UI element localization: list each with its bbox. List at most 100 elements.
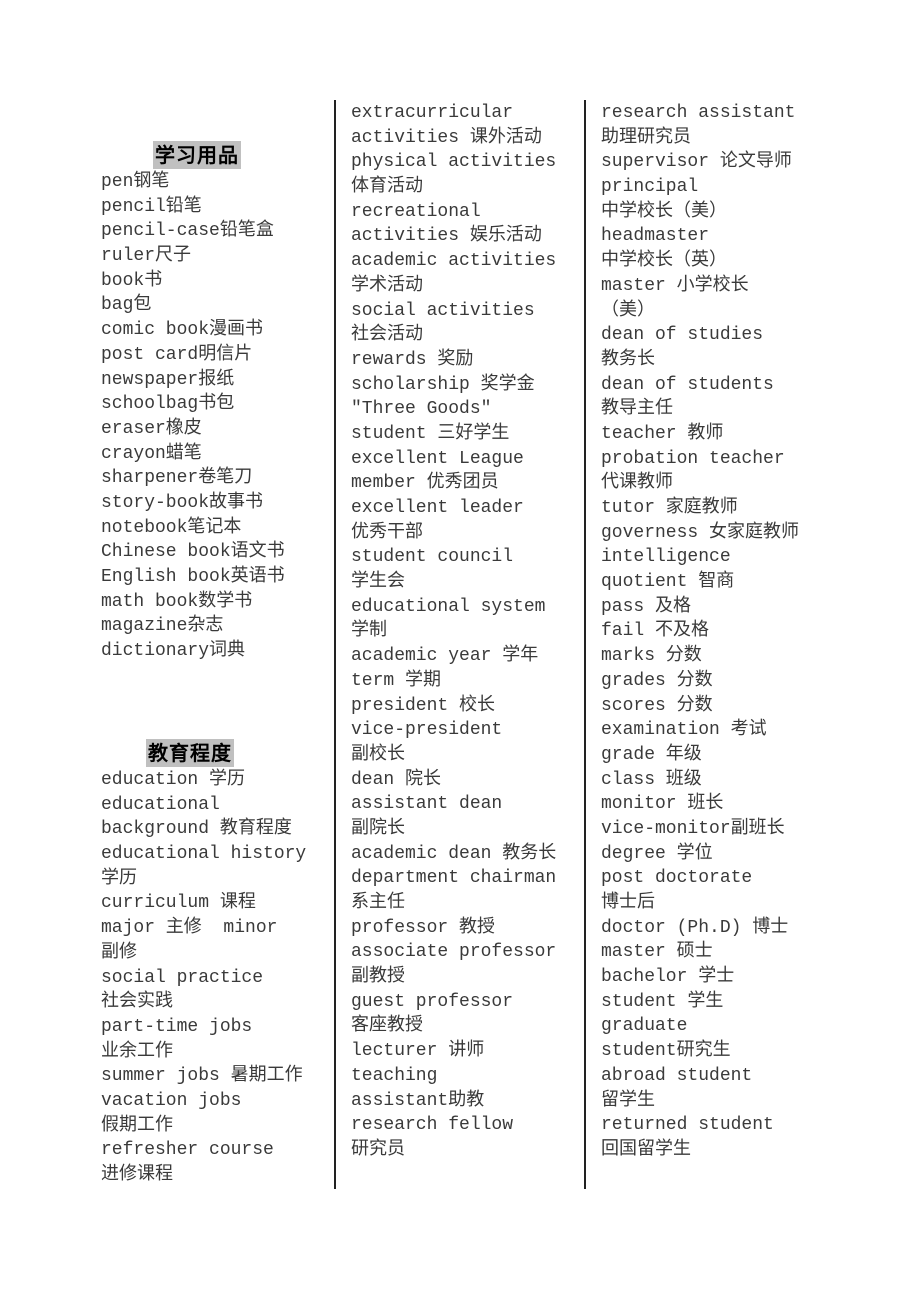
- vocabulary-entry: 系主任: [351, 893, 405, 913]
- vocabulary-entry: activities 娱乐活动: [351, 226, 542, 247]
- vocabulary-entry: guest professor: [351, 991, 514, 1012]
- vocabulary-column-3: research assistant 助理研究员 supervisor 论文导师 pr…: [601, 101, 799, 1163]
- vocabulary-entry: sharpener卷笔刀: [101, 468, 253, 489]
- vocabulary-entry: graduate: [601, 1016, 688, 1037]
- vocabulary-entry: activities 课外活动: [351, 127, 542, 148]
- vocabulary-entry: （美）: [601, 300, 655, 321]
- vocabulary-entry: pencil-case铅笔盒: [101, 221, 274, 242]
- vocabulary-entry: 学制: [351, 621, 387, 642]
- vocabulary-entry: educational system: [351, 596, 546, 617]
- vocabulary-entry: associate professor: [351, 942, 557, 963]
- vocabulary-entry: dean of studies: [601, 325, 764, 346]
- vocabulary-entry: excellent leader: [351, 498, 524, 518]
- vocabulary-entry: comic book漫画书: [101, 320, 264, 341]
- vocabulary-entry: professor 教授: [351, 917, 496, 938]
- vocabulary-entry: president 校长: [351, 695, 496, 716]
- vocabulary-entry: excellent League: [351, 448, 524, 469]
- vocabulary-entry: story-book故事书: [101, 492, 264, 513]
- section-title-education-level: 教育程度: [146, 739, 234, 767]
- vocabulary-entry: research fellow: [351, 1115, 514, 1136]
- vocabulary-entry: 中学校长（英）: [601, 251, 727, 272]
- vocabulary-entry: curriculum 课程: [101, 893, 256, 914]
- vocabulary-entry: academic activities: [351, 251, 557, 272]
- vocabulary-entry: abroad student: [601, 1065, 753, 1086]
- vocabulary-entry: magazine杂志: [101, 616, 224, 637]
- vocabulary-entry: headmaster: [601, 226, 710, 247]
- vocabulary-entry: 进修课程: [101, 1165, 173, 1185]
- vocabulary-entry: scholarship 奖学金: [351, 374, 535, 395]
- vocabulary-entry: teaching: [351, 1065, 438, 1086]
- vocabulary-entry: student 三好学生: [351, 423, 510, 444]
- vocabulary-entry: 学术活动: [351, 275, 423, 296]
- vocabulary-entry: examination 考试: [601, 720, 767, 741]
- vocabulary-entry: quotient 智商: [601, 572, 735, 593]
- vocabulary-entry: student 学生: [601, 991, 724, 1012]
- vocabulary-entry: 副教授: [351, 967, 405, 988]
- vocabulary-entry: vice-president: [351, 720, 503, 741]
- vocabulary-entry: assistant助教: [351, 1090, 485, 1111]
- vocabulary-entry: student研究生: [601, 1041, 731, 1062]
- vocabulary-entry: returned student: [601, 1115, 774, 1136]
- vocabulary-entry: 研究员: [351, 1139, 405, 1160]
- vocabulary-entry: notebook笔记本: [101, 517, 242, 538]
- vocabulary-entry: dean of students: [601, 374, 774, 395]
- vocabulary-entry: newspaper报纸: [101, 369, 235, 390]
- vocabulary-entry: education 学历: [101, 770, 246, 790]
- vocabulary-entry: 业余工作: [101, 1041, 173, 1062]
- vocabulary-entry: term 学期: [351, 670, 442, 691]
- vocabulary-entry: refresher course: [101, 1140, 274, 1161]
- vocabulary-entry: 学生会: [351, 572, 405, 593]
- vocabulary-entry: 社会活动: [351, 325, 423, 346]
- vocabulary-entry: grade 年级: [601, 744, 702, 765]
- vocabulary-entry: pass 及格: [601, 596, 692, 617]
- vocabulary-entry: degree 学位: [601, 843, 713, 864]
- vocabulary-entry: vacation jobs: [101, 1090, 242, 1111]
- vocabulary-entry: part-time jobs: [101, 1016, 253, 1037]
- vocabulary-entry: principal: [601, 177, 699, 198]
- vocabulary-entry: 假期工作: [101, 1115, 173, 1136]
- vocabulary-entry: master 小学校长: [601, 275, 749, 296]
- vocabulary-entry: bag包: [101, 295, 152, 316]
- vocabulary-entry: post card明信片: [101, 344, 253, 365]
- vocabulary-entry: intelligence: [601, 547, 731, 568]
- vocabulary-entry: governess 女家庭教师: [601, 522, 800, 543]
- vocabulary-entry: background 教育程度: [101, 819, 292, 840]
- vocabulary-entry: tutor 家庭教师: [601, 498, 738, 518]
- vocabulary-entry: crayon蜡笔: [101, 443, 202, 464]
- vocabulary-entry: recreational: [351, 201, 481, 222]
- vocabulary-entry: 教导主任: [601, 399, 673, 420]
- vocabulary-entry: vice-monitor副班长: [601, 818, 785, 839]
- vocabulary-entry: 中学校长（美）: [601, 201, 727, 222]
- section-title-school-supplies: 学习用品: [153, 141, 241, 169]
- vocabulary-entry: Chinese book语文书: [101, 542, 285, 563]
- vocabulary-entry: 副校长: [351, 744, 405, 765]
- vocabulary-entry: grades 分数: [601, 670, 713, 691]
- vocabulary-column-2: extracurricular activities 课外活动 physical a…: [351, 101, 556, 1163]
- vocabulary-entry: pencil铅笔: [101, 196, 202, 217]
- vocabulary-entry: teacher 教师: [601, 423, 724, 444]
- vocabulary-entry: assistant dean: [351, 794, 503, 815]
- vocabulary-entry: lecturer 讲师: [351, 1041, 485, 1062]
- vocabulary-entry: schoolbag书包: [101, 394, 235, 415]
- vocabulary-entry: math book数学书: [101, 591, 253, 612]
- vocabulary-entry: pen钢笔: [101, 172, 170, 192]
- vocabulary-entry: ruler尺子: [101, 246, 192, 267]
- vocabulary-entry: social practice: [101, 967, 264, 988]
- vocabulary-entry: master 硕士: [601, 942, 713, 963]
- vocabulary-entry: educational history: [101, 844, 307, 865]
- vocabulary-entry: English book英语书: [101, 567, 285, 587]
- vocabulary-entry: doctor (Ph.D) 博士: [601, 917, 789, 938]
- vocabulary-entry: student council: [351, 547, 514, 568]
- vocabulary-entry: 优秀干部: [351, 522, 423, 543]
- vocabulary-entry: 社会实践: [101, 992, 173, 1013]
- vocabulary-entry: 留学生: [601, 1090, 655, 1111]
- vocabulary-entry: 博士后: [601, 893, 655, 913]
- vocabulary-entry: academic year 学年: [351, 646, 539, 667]
- vocabulary-entry: 助理研究员: [601, 127, 691, 148]
- vocabulary-entry: department chairman: [351, 868, 557, 889]
- vocabulary-entry: academic dean 教务长: [351, 843, 557, 864]
- vocabulary-entry: 教务长: [601, 349, 655, 370]
- vocabulary-entry: 客座教授: [351, 1016, 423, 1037]
- vocabulary-entry: research assistant: [601, 103, 796, 123]
- vocabulary-entry: physical activities: [351, 152, 557, 173]
